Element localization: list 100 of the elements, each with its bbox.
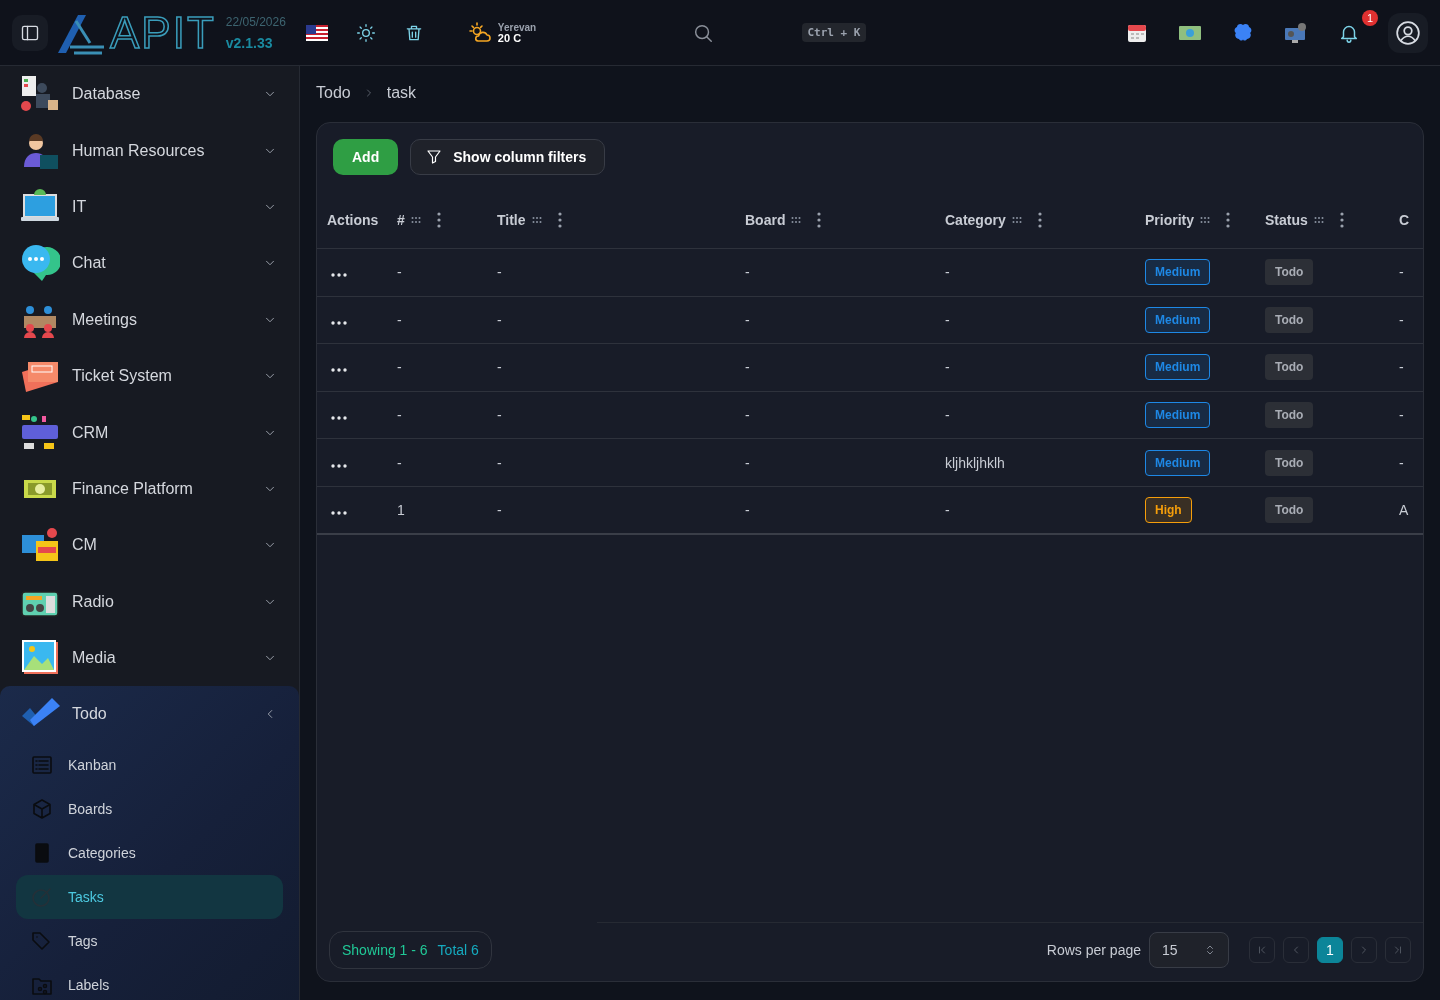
sidebar-item[interactable]: Meetings xyxy=(0,291,299,348)
table-cell: - xyxy=(497,311,502,328)
table-cell: - xyxy=(497,359,502,376)
priority-badge: High xyxy=(1145,496,1192,523)
rows-per-page-label: Rows per page xyxy=(1046,942,1141,958)
table-cell: - xyxy=(397,311,402,328)
drag-handle-icon xyxy=(1200,215,1210,224)
table-cell: - xyxy=(945,359,950,376)
filter-button[interactable]: Show column filters xyxy=(410,139,606,175)
sun-icon[interactable] xyxy=(355,22,376,43)
table-cell: - xyxy=(945,407,950,424)
table-cell: - xyxy=(497,264,502,281)
table-cell: - xyxy=(745,501,750,518)
showing-text: Showing 1 - 6 xyxy=(342,942,428,958)
row-actions-icon xyxy=(331,320,347,325)
column-header[interactable]: Status xyxy=(1265,211,1308,228)
status-badge: Todo xyxy=(1265,354,1314,381)
column-menu-icon xyxy=(817,211,822,228)
sidebar-subitem[interactable]: Categories xyxy=(16,830,283,875)
table-cell: - xyxy=(497,407,502,424)
first-page-icon xyxy=(1256,944,1268,956)
status-badge: Todo xyxy=(1265,306,1314,333)
column-header[interactable]: Actions xyxy=(327,211,379,228)
sidebar-item[interactable]: Radio xyxy=(0,573,299,630)
sidebar-item[interactable]: CM xyxy=(0,517,299,574)
row-actions-icon xyxy=(331,273,347,278)
table-cell: - xyxy=(745,407,750,424)
sun-cloud-icon xyxy=(467,20,492,45)
row-actions-icon xyxy=(331,463,347,468)
status-badge: Todo xyxy=(1265,402,1314,429)
table-cell: - xyxy=(397,407,402,424)
sidebar-item[interactable]: Database xyxy=(0,66,299,123)
table-cell: - xyxy=(945,311,950,328)
column-header[interactable]: Priority xyxy=(1145,211,1194,228)
table-cell: - xyxy=(1399,359,1404,376)
priority-badge: Medium xyxy=(1145,306,1211,333)
column-menu-icon xyxy=(557,211,562,228)
table-cell: - xyxy=(745,311,750,328)
version-text: v2.1.33 xyxy=(225,34,274,51)
sidebar-item[interactable]: Finance Platform xyxy=(0,460,299,518)
column-header[interactable]: Category xyxy=(945,211,1006,228)
table-cell: - xyxy=(1399,311,1404,328)
drag-handle-icon xyxy=(410,215,421,224)
table-cell: - xyxy=(1399,407,1404,424)
sidebar-item[interactable]: Media xyxy=(0,629,299,687)
column-menu-icon xyxy=(1339,211,1344,228)
table-cell: - xyxy=(945,264,950,281)
logo-text: APIT xyxy=(110,10,216,55)
sidebar-subitem[interactable]: Tasks xyxy=(16,874,283,919)
breadcrumb-item[interactable]: Todo xyxy=(316,84,351,102)
last-page-icon xyxy=(1392,944,1404,956)
notification-badge: 1 xyxy=(1362,9,1378,26)
column-header[interactable]: Title xyxy=(497,211,526,228)
flag-icon xyxy=(305,24,328,41)
table-cell: - xyxy=(745,264,750,281)
table-cell: - xyxy=(945,501,950,518)
table-cell: - xyxy=(1399,264,1404,281)
table-cell: kljhkljhklh xyxy=(945,454,1005,471)
table-cell: A xyxy=(1399,501,1409,518)
table-cell: - xyxy=(397,264,402,281)
sidebar-item[interactable]: CRM xyxy=(0,404,299,461)
table-cell: - xyxy=(745,359,750,376)
table-cell: - xyxy=(497,501,502,518)
total-text: Total 6 xyxy=(437,942,479,958)
column-header[interactable]: C xyxy=(1399,211,1410,228)
drag-handle-icon xyxy=(1011,215,1022,224)
sidebar-toggle-button[interactable] xyxy=(12,14,48,51)
table-cell: - xyxy=(497,454,502,471)
row-actions-icon xyxy=(331,368,347,373)
page-button[interactable]: 1 xyxy=(1317,937,1343,963)
status-badge: Todo xyxy=(1265,259,1314,286)
sidebar-item[interactable]: IT xyxy=(0,178,299,236)
sidebar-item[interactable]: Human Resources xyxy=(0,122,299,179)
sidebar-subitem[interactable]: Labels xyxy=(16,962,283,1000)
up-down-icon xyxy=(1204,943,1216,957)
city-text: Yerevan xyxy=(497,21,537,33)
sidebar-item[interactable]: Todo xyxy=(0,686,299,743)
priority-badge: Medium xyxy=(1145,402,1211,429)
sidebar-item[interactable]: Chat xyxy=(0,235,299,292)
priority-badge: Medium xyxy=(1145,449,1211,476)
shortcut-hint: Ctrl + K xyxy=(801,23,867,42)
sidebar-item[interactable]: Ticket System xyxy=(0,347,299,405)
priority-badge: Medium xyxy=(1145,354,1211,381)
sidebar-subitem[interactable]: Boards xyxy=(16,786,283,831)
date-text: 22/05/2026 xyxy=(225,14,286,29)
sidebar-subitem[interactable]: Tags xyxy=(16,918,283,963)
status-badge: Todo xyxy=(1265,449,1314,476)
cube-icon xyxy=(30,796,54,821)
user-button[interactable] xyxy=(1388,12,1428,53)
column-header[interactable]: # xyxy=(397,211,405,228)
sidebar-subitem[interactable]: Kanban xyxy=(16,742,283,787)
column-menu-icon xyxy=(1226,211,1230,228)
table-cell: - xyxy=(397,359,402,376)
rows-per-page-select[interactable]: 15 xyxy=(1149,932,1229,968)
column-header[interactable]: Board xyxy=(745,211,786,228)
money-icon xyxy=(1178,23,1202,42)
user-icon xyxy=(1395,19,1421,46)
status-badge: Todo xyxy=(1265,496,1314,523)
drag-handle-icon xyxy=(791,215,802,224)
table-cell: 1 xyxy=(397,501,405,518)
